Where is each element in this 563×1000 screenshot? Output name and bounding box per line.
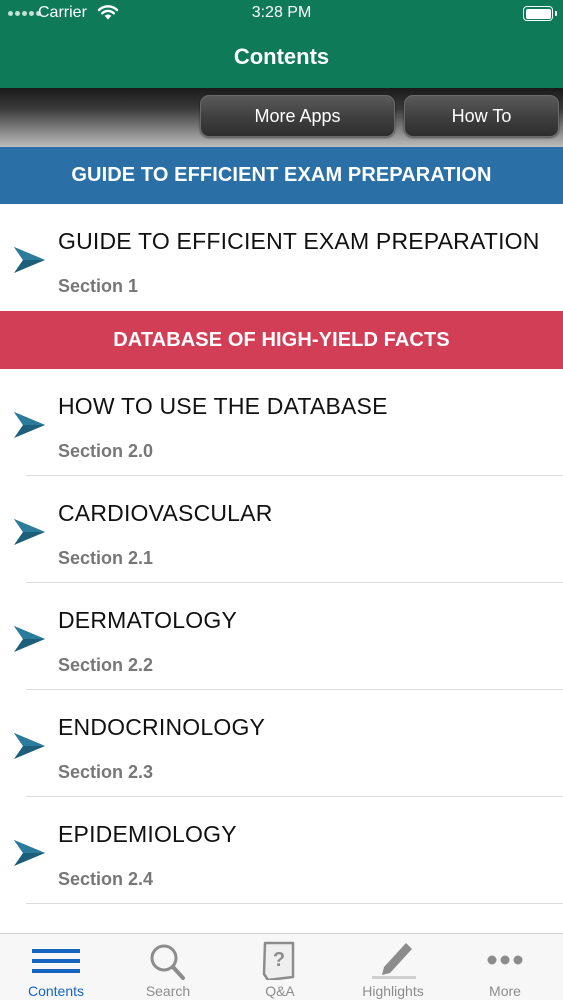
row-divider	[26, 903, 563, 904]
status-time: 3:28 PM	[251, 4, 312, 21]
page-title: Contents	[233, 44, 330, 69]
tab-label: Search	[145, 983, 191, 999]
question-card-icon: ?	[262, 941, 295, 980]
list-item-how-to-use-database[interactable]: HOW TO USE THE DATABASE Section 2.0	[0, 369, 563, 476]
tab-label: Highlights	[362, 983, 424, 999]
app-screen: Carrier 3:28 PM Contents More Apps How T…	[0, 0, 563, 1000]
highlighter-icon	[372, 943, 416, 979]
status-bar: Carrier 3:28 PM	[0, 0, 563, 28]
tab-highlights[interactable]: Highlights	[337, 934, 449, 1000]
list-item-exam-preparation[interactable]: GUIDE TO EFFICIENT EXAM PREPARATION Sect…	[0, 204, 563, 311]
list-item-epidemiology[interactable]: EPIDEMIOLOGY Section 2.4	[0, 797, 563, 904]
tab-bar: Contents Search ? Q&A Highlights More	[0, 933, 563, 1000]
magnifier-icon	[150, 944, 185, 980]
chevron-right-icon	[14, 519, 45, 545]
tab-label: Contents	[27, 983, 85, 999]
tab-label: Q&A	[265, 983, 295, 999]
chevron-right-icon	[14, 733, 45, 759]
list-item-subtitle: Section 2.4	[58, 869, 154, 889]
chevron-right-icon	[14, 247, 45, 273]
tab-contents[interactable]: Contents	[0, 934, 112, 1000]
list-item-subtitle: Section 2.2	[58, 655, 154, 675]
list-item-title: DERMATOLOGY	[58, 607, 237, 633]
section-header-high-yield-facts: DATABASE OF HIGH-YIELD FACTS	[0, 311, 563, 369]
list-item-subtitle: Section 1	[58, 276, 139, 296]
chevron-right-icon	[14, 626, 45, 652]
tab-qa[interactable]: ? Q&A	[224, 934, 336, 1000]
list-item-dermatology[interactable]: DERMATOLOGY Section 2.2	[0, 583, 563, 690]
ellipsis-icon	[487, 955, 523, 965]
section-header-exam-preparation: GUIDE TO EFFICIENT EXAM PREPARATION	[0, 147, 563, 204]
list-item-title: HOW TO USE THE DATABASE	[58, 393, 388, 419]
tab-label: More	[489, 983, 521, 999]
list-item-endocrinology[interactable]: ENDOCRINOLOGY Section 2.3	[0, 690, 563, 797]
list-item-subtitle: Section 2.3	[58, 762, 154, 782]
toolbar: More Apps How To	[0, 88, 563, 147]
tab-more[interactable]: More	[449, 934, 561, 1000]
list-item-cardiovascular[interactable]: CARDIOVASCULAR Section 2.1	[0, 476, 563, 583]
how-to-button[interactable]: How To	[404, 95, 559, 137]
list-item-subtitle: Section 2.1	[58, 548, 154, 568]
chevron-right-icon	[14, 840, 45, 866]
more-apps-button[interactable]: More Apps	[200, 95, 395, 137]
battery-icon	[523, 6, 557, 21]
list-icon	[32, 949, 80, 973]
tab-search[interactable]: Search	[112, 934, 224, 1000]
list-item-subtitle: Section 2.0	[58, 441, 154, 461]
list-item-title: GUIDE TO EFFICIENT EXAM PREPARATION	[58, 228, 540, 254]
svg-text:?: ?	[273, 949, 285, 971]
list-item-title: CARDIOVASCULAR	[58, 500, 273, 526]
navigation-bar: Carrier 3:28 PM Contents	[0, 0, 563, 88]
list-item-title: EPIDEMIOLOGY	[58, 821, 237, 847]
list-item-title: ENDOCRINOLOGY	[58, 714, 266, 740]
chevron-right-icon	[14, 412, 45, 438]
